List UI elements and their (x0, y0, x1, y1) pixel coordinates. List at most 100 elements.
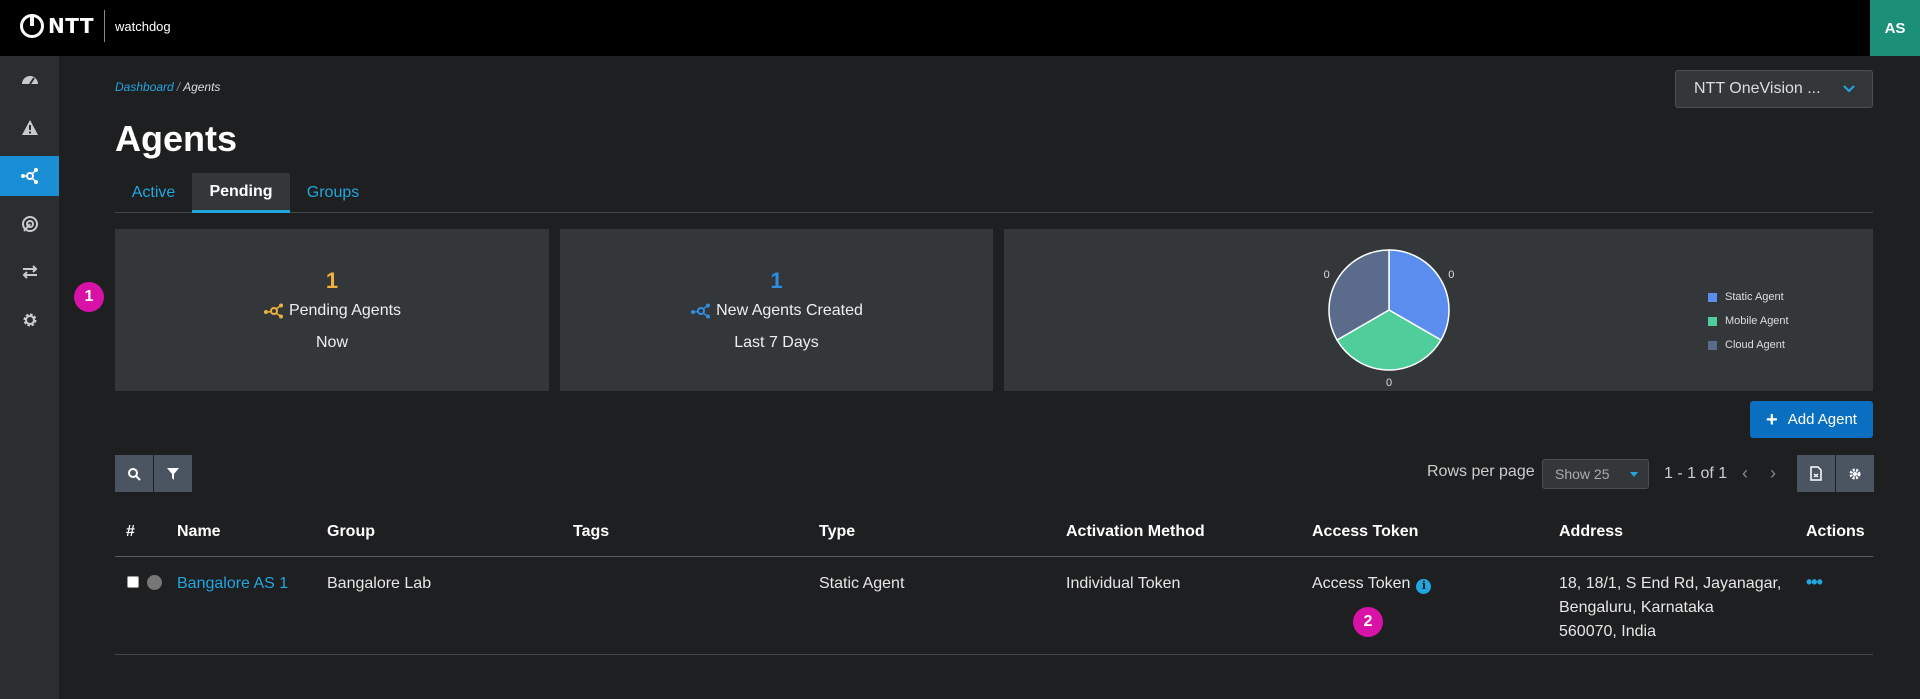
new-agents-label: New Agents Created (716, 302, 863, 319)
agent-name-link[interactable]: Bangalore AS 1 (177, 572, 288, 596)
annotation-marker: 2 (1353, 607, 1383, 637)
address-line: Bengaluru, Karnataka (1559, 599, 1714, 616)
logo[interactable]: NTT watchdog (20, 10, 171, 42)
caret-down-icon (1630, 472, 1638, 477)
sidebar-item-monitor[interactable] (0, 204, 59, 244)
new-agents-count: 1 (770, 268, 783, 293)
brand-name: NTT (48, 14, 94, 38)
column-header-activation-method[interactable]: Activation Method (1066, 523, 1205, 541)
chart-legend: Static Agent Mobile Agent Cloud Agent (1708, 285, 1789, 357)
sidebar (0, 56, 59, 699)
gear-icon (1849, 468, 1861, 479)
sidebar-item-settings[interactable] (0, 300, 59, 340)
pie-data-label: 0 (1386, 377, 1392, 389)
annotation-marker: 1 (74, 282, 104, 312)
column-header-actions: Actions (1806, 523, 1865, 540)
top-bar: NTT watchdog AS (0, 0, 1920, 56)
pending-agents-label: Pending Agents (288, 302, 402, 319)
add-agent-label: Add Agent (1787, 411, 1857, 428)
ntt-logo-icon (20, 14, 44, 38)
file-export-icon (1810, 466, 1822, 481)
sidebar-item-transfer[interactable] (0, 252, 59, 292)
gear-icon (23, 313, 36, 327)
add-agent-button[interactable]: + Add Agent (1750, 401, 1873, 438)
sidebar-item-dashboard[interactable] (0, 60, 59, 100)
legend-item-cloud[interactable]: Cloud Agent (1708, 333, 1789, 357)
column-header-index: # (126, 523, 135, 540)
sidebar-item-alerts[interactable] (0, 108, 59, 148)
agents-network-icon (20, 168, 38, 184)
table-settings-button[interactable] (1836, 455, 1874, 492)
legend-swatch (1708, 316, 1717, 326)
pending-agents-sub: Now (315, 334, 348, 351)
next-page-button[interactable]: › (1770, 463, 1776, 484)
address-line: 560070, India (1559, 623, 1656, 640)
table-row-divider (115, 654, 1873, 655)
new-agents-sub: Last 7 Days (734, 334, 819, 351)
previous-page-button[interactable]: ‹ (1742, 463, 1748, 484)
pie-data-label: 0 (1324, 269, 1330, 281)
legend-swatch (1708, 340, 1717, 350)
search-icon (128, 467, 141, 481)
legend-swatch (1708, 292, 1717, 302)
agent-status-indicator (147, 575, 162, 590)
plus-icon: + (1766, 408, 1778, 431)
column-header-access-token[interactable]: Access Token (1312, 523, 1418, 541)
legend-item-static[interactable]: Static Agent (1708, 285, 1789, 309)
row-select-checkbox[interactable] (127, 576, 139, 588)
legend-label: Mobile Agent (1725, 315, 1789, 327)
table-header-divider (115, 556, 1873, 557)
new-agents-label-row: New Agents Created (690, 302, 863, 320)
export-button[interactable] (1797, 455, 1835, 492)
legend-label: Cloud Agent (1725, 339, 1785, 351)
legend-item-mobile[interactable]: Mobile Agent (1708, 309, 1789, 333)
column-header-type[interactable]: Type (819, 523, 855, 541)
transfer-arrows-icon (22, 265, 37, 279)
chevron-down-icon (1843, 85, 1855, 93)
organization-select-value: NTT OneVision ... (1694, 80, 1821, 97)
rows-per-page-select[interactable]: Show 25 (1542, 459, 1649, 489)
column-header-group[interactable]: Group (327, 523, 375, 541)
pending-agents-card: 1 Pending Agents Now (115, 229, 549, 391)
info-icon[interactable]: i (1416, 578, 1432, 594)
user-avatar[interactable]: AS (1870, 0, 1920, 56)
access-token-cell: Access Token i (1312, 572, 1432, 596)
pending-agents-label-row: Pending Agents (263, 302, 401, 320)
logo-divider (103, 10, 105, 42)
rows-per-page-value: Show 25 (1555, 466, 1610, 482)
legend-label: Static Agent (1725, 291, 1784, 303)
agent-type-chart-card: 0 0 0 Static Agent Mobile Agent Cloud Agen… (1004, 229, 1873, 391)
search-button[interactable] (115, 455, 153, 492)
row-actions-menu[interactable]: ••• (1806, 572, 1823, 593)
column-header-name[interactable]: Name (177, 523, 221, 541)
access-token-label: Access Token (1312, 575, 1411, 592)
app-name: watchdog (114, 18, 171, 34)
organization-select[interactable]: NTT OneVision ... (1675, 70, 1873, 108)
radar-icon (21, 216, 38, 232)
tabs: Active Pending Groups (115, 173, 1873, 213)
pie-data-label: 0 (1448, 269, 1454, 281)
rows-per-page-label: Rows per page (1427, 463, 1535, 480)
agent-address: 18, 18/1, S End Rd, Jayanagar, Bengaluru… (1559, 572, 1781, 644)
address-line: 18, 18/1, S End Rd, Jayanagar, (1559, 575, 1782, 592)
breadcrumb: Dashboard / Agents (115, 80, 220, 94)
new-agents-icon (691, 303, 711, 319)
column-header-address[interactable]: Address (1559, 523, 1623, 541)
page-title: Agents (115, 118, 238, 159)
column-header-tags[interactable]: Tags (573, 523, 609, 541)
breadcrumb-current: Agents (183, 80, 221, 94)
pending-agents-count: 1 (325, 268, 339, 293)
filter-button[interactable] (154, 455, 192, 492)
filter-icon (167, 467, 179, 480)
agent-group: Bangalore Lab (327, 575, 432, 592)
alert-triangle-icon (21, 120, 38, 135)
breadcrumb-dashboard-link[interactable]: Dashboard (115, 80, 174, 94)
sidebar-item-agents[interactable] (0, 156, 59, 196)
new-agents-card: 1 New Agents Created Last 7 Days (560, 229, 993, 391)
agent-type: Static Agent (819, 575, 905, 592)
tab-groups[interactable]: Groups (290, 173, 376, 213)
pagination-info: 1 - 1 of 1 (1664, 465, 1728, 482)
tab-active[interactable]: Active (115, 173, 192, 213)
tab-pending[interactable]: Pending (192, 173, 290, 213)
breadcrumb-separator: / (176, 80, 181, 94)
